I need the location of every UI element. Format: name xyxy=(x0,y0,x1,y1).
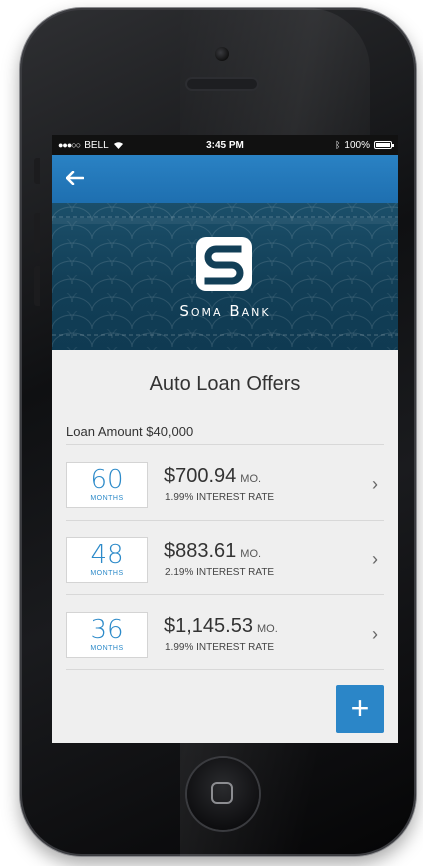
months-box: 60 MONTHS xyxy=(66,462,148,508)
monthly-payment: $1,145.53 MO. xyxy=(164,615,278,638)
loan-amount: Loan Amount $40,000 xyxy=(66,424,194,439)
status-left: ●●●○○ BELL xyxy=(58,140,178,151)
divider xyxy=(66,520,384,521)
signal-icon: ●●●○○ xyxy=(58,140,81,150)
front-camera xyxy=(215,47,229,61)
months-value: 36 xyxy=(90,615,124,645)
battery-icon xyxy=(374,141,394,149)
bluetooth-icon: ᛒ xyxy=(335,140,341,150)
nav-bar xyxy=(52,155,398,203)
months-label: MONTHS xyxy=(90,570,124,577)
divider xyxy=(66,669,384,670)
add-offer-button[interactable]: + xyxy=(336,685,384,733)
brand-banner: Soma Bank xyxy=(52,203,398,350)
mute-switch xyxy=(34,158,40,184)
offer-row[interactable]: 36 MONTHS $1,145.53 MO. 1.99% INTEREST RA… xyxy=(66,602,384,676)
payment-amount: $700.94 xyxy=(164,465,237,487)
arrow-left-icon[interactable] xyxy=(65,165,92,191)
divider xyxy=(66,594,384,595)
status-right: ᛒ 100% xyxy=(272,139,394,151)
payment-amount: $883.61 xyxy=(164,540,237,562)
divider xyxy=(66,444,384,445)
brand-name: Soma Bank xyxy=(179,302,271,320)
chevron-right-icon: › xyxy=(372,624,378,644)
months-box: 36 MONTHS xyxy=(66,612,148,658)
months-label: MONTHS xyxy=(90,645,124,652)
offers-content: Auto Loan Offers Loan Amount $40,000 60 … xyxy=(52,350,398,743)
interest-rate: 2.19% INTEREST RATE xyxy=(165,567,275,578)
payment-unit: MO. xyxy=(256,623,278,635)
months-box: 48 MONTHS xyxy=(66,537,148,583)
battery-percent: 100% xyxy=(344,139,370,151)
interest-rate: 1.99% INTEREST RATE xyxy=(165,642,275,653)
status-bar: ●●●○○ BELL 3:45 PM ᛒ 100% xyxy=(52,135,398,155)
home-square-icon xyxy=(211,782,233,804)
monthly-payment: $883.61 MO. xyxy=(164,540,261,563)
carrier-name: BELL xyxy=(84,139,109,151)
monthly-payment: $700.94 MO. xyxy=(164,465,261,488)
payment-amount: $1,145.53 xyxy=(164,615,253,637)
months-label: MONTHS xyxy=(90,495,124,502)
chevron-right-icon: › xyxy=(372,474,378,494)
payment-unit: MO. xyxy=(240,548,262,560)
chevron-right-icon: › xyxy=(372,549,378,569)
months-value: 60 xyxy=(90,465,124,495)
volume-up-button xyxy=(34,213,40,253)
offer-row[interactable]: 60 MONTHS $700.94 MO. 1.99% INTEREST RATE… xyxy=(66,452,384,526)
status-time: 3:45 PM xyxy=(206,139,244,151)
months-value: 48 xyxy=(90,540,124,570)
payment-unit: MO. xyxy=(240,473,262,485)
interest-rate: 1.99% INTEREST RATE xyxy=(165,492,275,503)
soma-bank-logo xyxy=(196,237,252,291)
phone-screen: ●●●○○ BELL 3:45 PM ᛒ 100% Soma Bank Auto… xyxy=(52,135,398,743)
stage: ●●●○○ BELL 3:45 PM ᛒ 100% Soma Bank Auto… xyxy=(0,0,423,866)
home-button[interactable] xyxy=(187,758,259,830)
wifi-icon xyxy=(113,142,123,149)
volume-down-button xyxy=(34,266,40,306)
earpiece-speaker xyxy=(187,79,257,89)
offer-row[interactable]: 48 MONTHS $883.61 MO. 2.19% INTEREST RATE… xyxy=(66,527,384,601)
page-title: Auto Loan Offers xyxy=(149,373,301,395)
